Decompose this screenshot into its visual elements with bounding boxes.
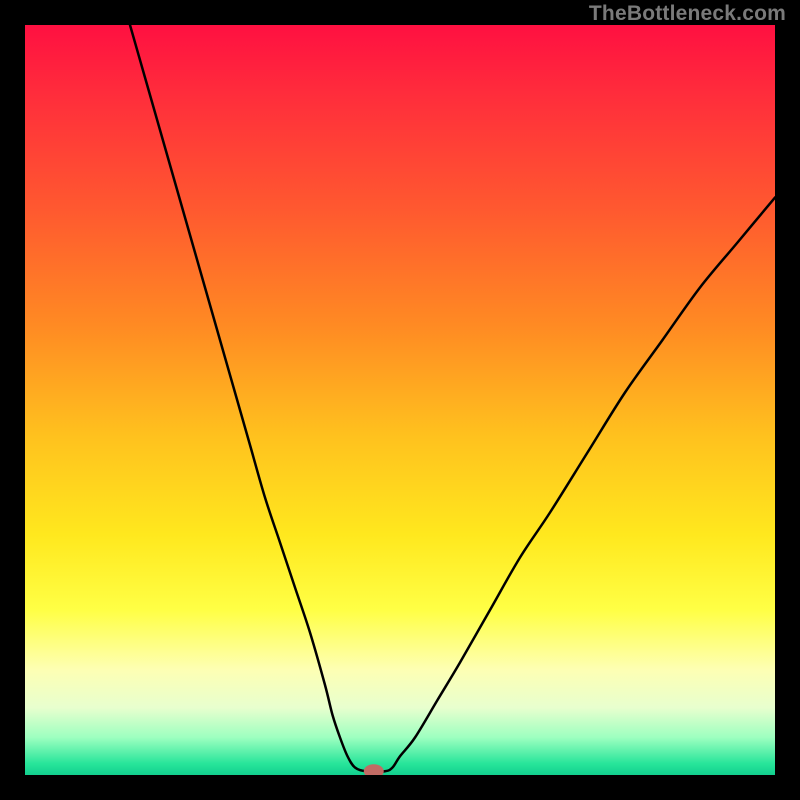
chart-svg bbox=[25, 25, 775, 775]
chart-frame: TheBottleneck.com bbox=[0, 0, 800, 800]
plot-area bbox=[25, 25, 775, 775]
gradient-background bbox=[25, 25, 775, 775]
watermark-text: TheBottleneck.com bbox=[589, 2, 786, 26]
